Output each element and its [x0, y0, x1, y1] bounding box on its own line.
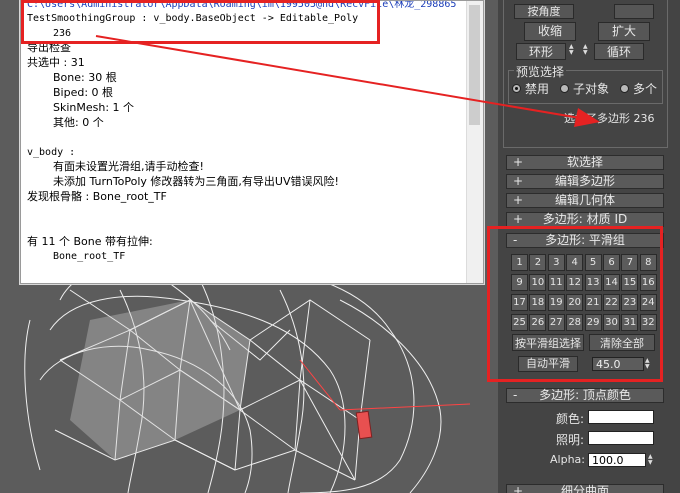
annotation-arrow	[95, 35, 600, 127]
